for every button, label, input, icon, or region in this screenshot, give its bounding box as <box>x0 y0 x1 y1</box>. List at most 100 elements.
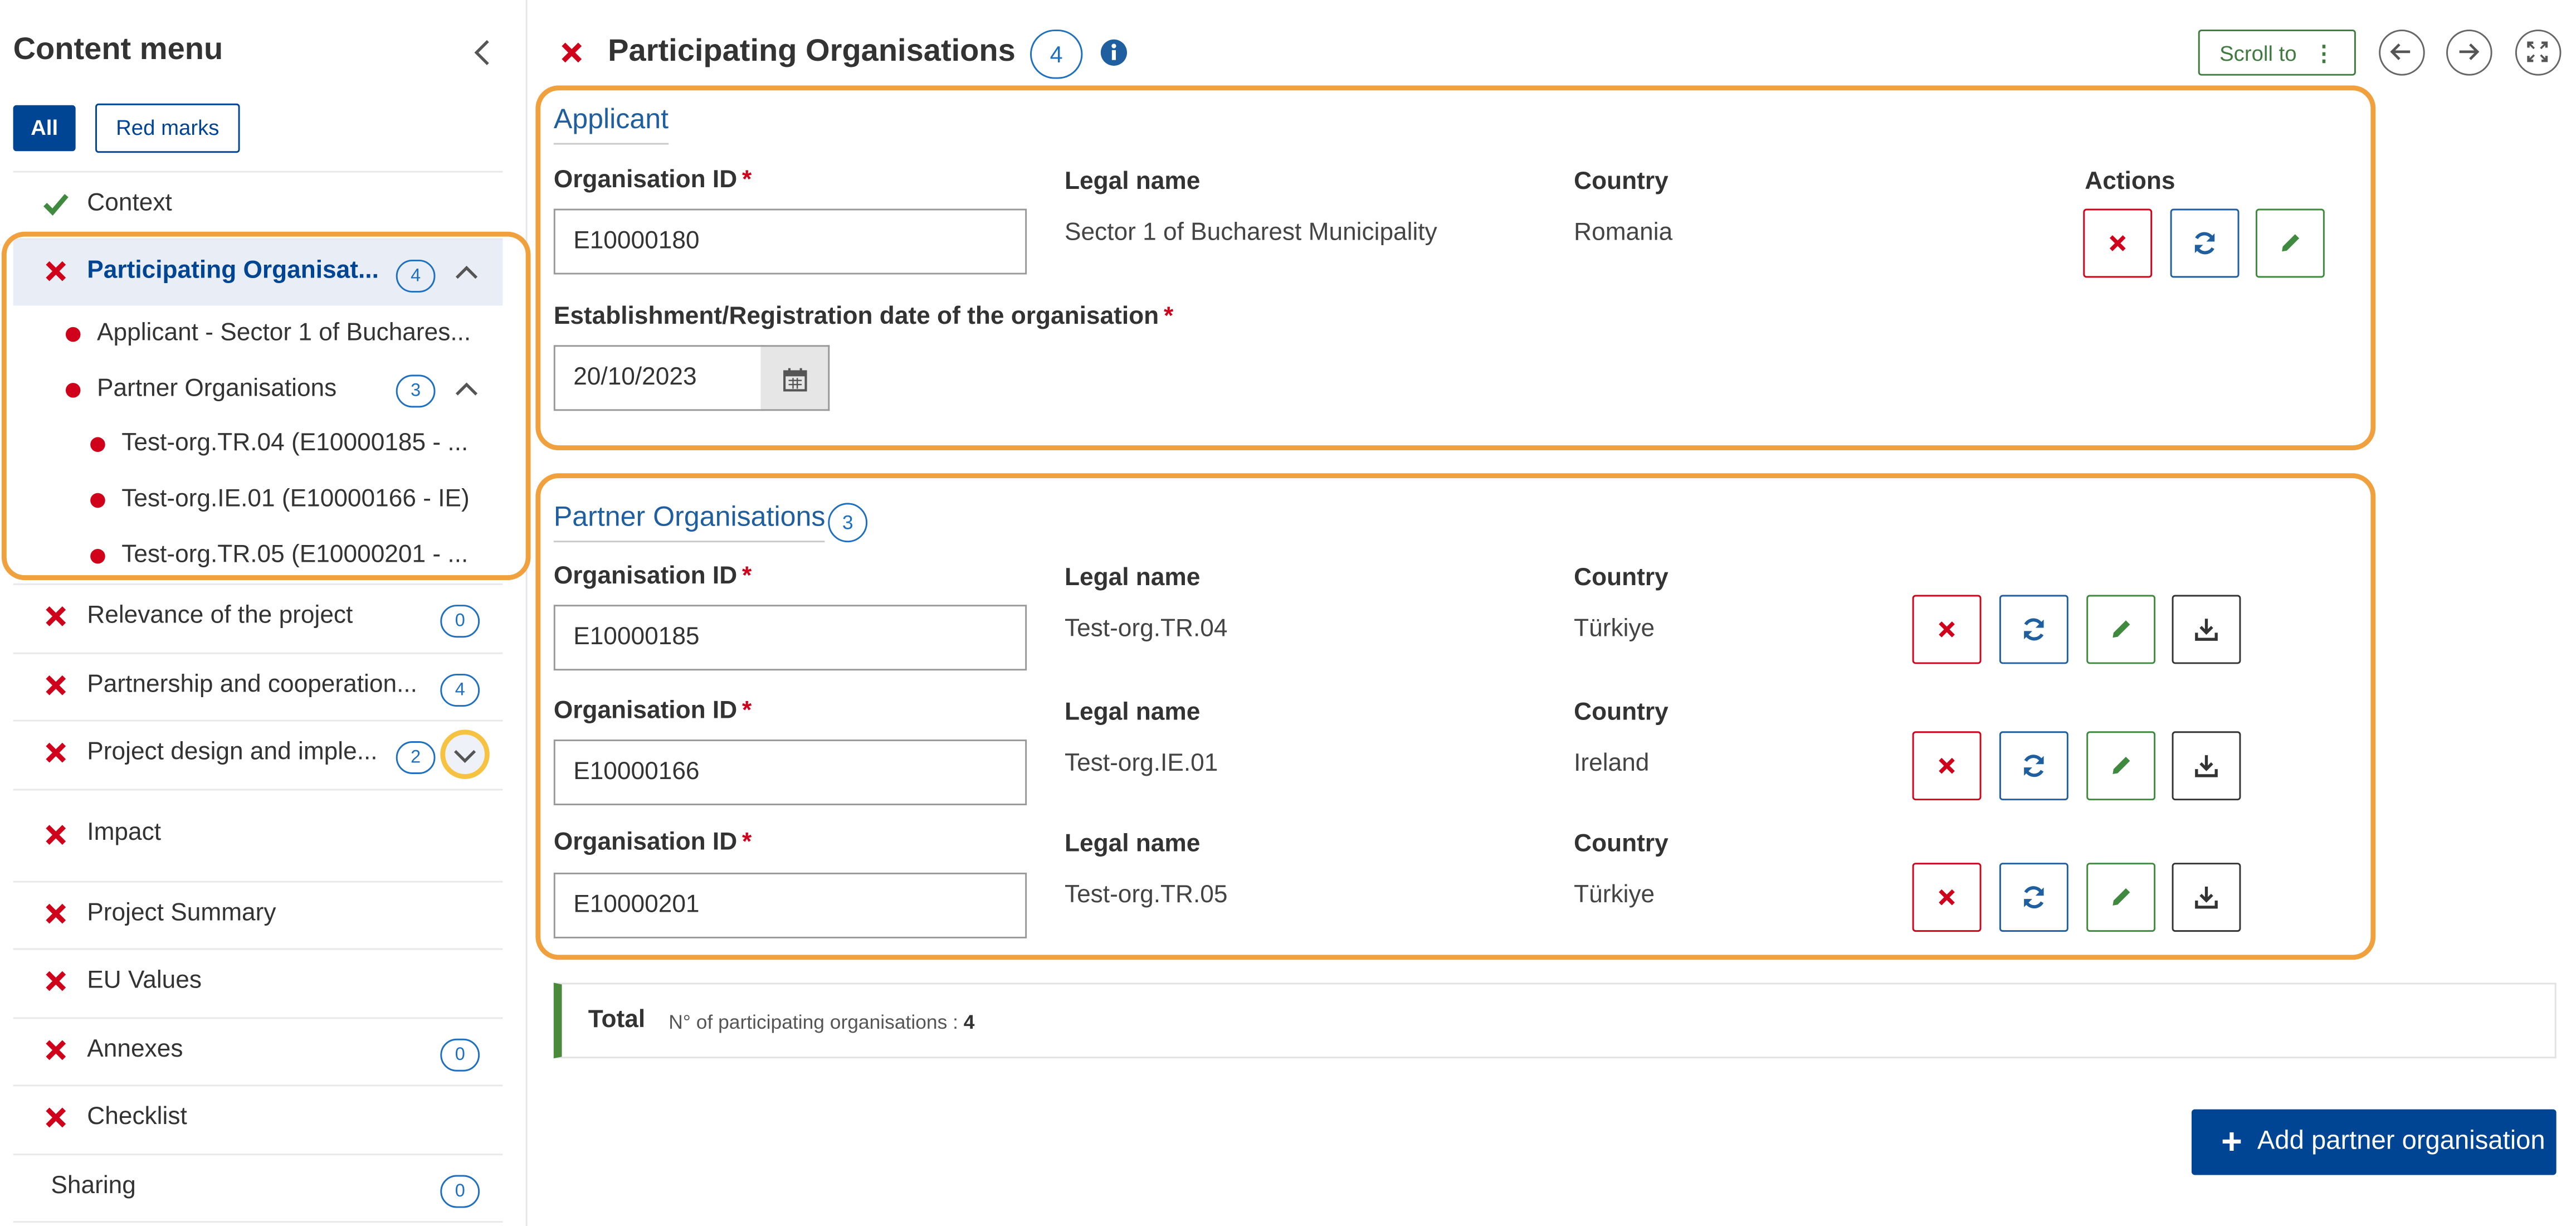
org-id-label: Organisation ID * <box>553 166 752 194</box>
total-title: Total <box>588 1005 646 1034</box>
refresh-icon <box>2024 618 2044 641</box>
org-id-label: Organisation ID * <box>553 562 752 590</box>
sidebar-item-project-design[interactable]: Project design and imple... 2 <box>13 719 503 787</box>
edit-button[interactable] <box>2086 731 2156 801</box>
page-title: Participating Organisations <box>608 34 1016 69</box>
add-partner-label: Add partner organisation <box>2257 1127 2545 1156</box>
refresh-button[interactable] <box>1999 595 2068 664</box>
info-icon[interactable] <box>1097 36 1130 69</box>
error-x-icon <box>46 1040 66 1060</box>
sidebar-item-annexes[interactable]: Annexes 0 <box>13 1017 503 1084</box>
error-x-icon <box>46 742 66 763</box>
refresh-button[interactable] <box>1999 731 2068 801</box>
sidebar-item-project-summary[interactable]: Project Summary <box>13 880 503 948</box>
legal-name-label: Legal name <box>1064 698 1201 727</box>
sidebar-item-label: Context <box>87 189 172 217</box>
edit-button[interactable] <box>2086 595 2156 664</box>
partner-country: Türkiye <box>1574 880 1655 909</box>
org-id-label: Organisation ID * <box>553 697 752 725</box>
refresh-icon <box>2194 232 2215 255</box>
count-badge: 4 <box>440 674 480 707</box>
more-vertical-icon: ⋮ <box>2313 41 2335 66</box>
calendar-icon <box>783 368 807 392</box>
sidebar-item-label: Project Summary <box>87 899 276 927</box>
sidebar-item-label: Checklist <box>87 1102 187 1131</box>
edit-button[interactable] <box>2255 208 2325 278</box>
plus-icon: + <box>2221 1121 2242 1162</box>
count-badge: 3 <box>828 503 868 543</box>
download-button[interactable] <box>2172 863 2241 932</box>
partner-org-id-input[interactable]: E10000185 <box>553 605 1027 671</box>
pencil-icon <box>2282 234 2300 252</box>
refresh-button[interactable] <box>1999 863 2068 932</box>
chevron-down-icon <box>453 750 476 763</box>
count-badge: 0 <box>440 605 480 638</box>
applicant-section-title: Applicant <box>553 104 669 145</box>
download-button[interactable] <box>2172 595 2241 664</box>
delete-button[interactable] <box>2083 208 2153 278</box>
download-icon <box>2195 755 2218 777</box>
expand-icon <box>2527 41 2548 62</box>
calendar-button[interactable] <box>760 345 830 411</box>
download-icon <box>2195 886 2218 909</box>
sidebar-item-context[interactable]: Context <box>13 171 503 239</box>
sidebar-item-relevance[interactable]: Relevance of the project 0 <box>13 583 503 651</box>
country-label: Country <box>1574 563 1668 592</box>
actions-label: Actions <box>2085 167 2175 196</box>
org-id-label: Organisation ID * <box>553 828 752 857</box>
download-icon <box>2195 619 2218 641</box>
partner-legal-name: Test-org.TR.05 <box>1064 880 1228 909</box>
close-icon <box>2109 235 2126 251</box>
edit-button[interactable] <box>2086 863 2156 932</box>
total-count: 4 <box>963 1010 975 1034</box>
expand-button-highlight[interactable] <box>440 729 490 779</box>
delete-button[interactable] <box>1912 731 1982 801</box>
partner-section-title: Partner Organisations <box>553 501 826 543</box>
close-icon <box>1939 889 1955 906</box>
sidebar-item-eu-values[interactable]: EU Values <box>13 948 503 1016</box>
partner-legal-name: Test-org.IE.01 <box>1064 749 1218 777</box>
filter-red-marks-button[interactable]: Red marks <box>95 103 240 153</box>
next-button[interactable] <box>2446 30 2492 76</box>
highlight-frame <box>1 231 531 580</box>
pencil-icon <box>2112 888 2130 906</box>
error-x-icon <box>46 1107 66 1128</box>
add-partner-organisation-button[interactable]: + Add partner organisation <box>2191 1109 2557 1175</box>
establishment-date-label: Establishment/Registration date of the o… <box>553 302 1174 330</box>
download-button[interactable] <box>2172 731 2241 801</box>
sidebar-item-label: Sharing <box>51 1171 136 1200</box>
previous-button[interactable] <box>2379 30 2425 76</box>
close-icon <box>1939 621 1955 638</box>
scroll-to-button[interactable]: Scroll to ⋮ <box>2198 30 2356 76</box>
establishment-date-input[interactable]: 20/10/2023 <box>553 345 764 411</box>
sidebar-item-partnership[interactable]: Partnership and cooperation... 4 <box>13 652 503 720</box>
total-panel: Total N° of participating organisations … <box>553 982 2557 1059</box>
country-label: Country <box>1574 167 1668 196</box>
refresh-icon <box>2024 755 2044 777</box>
partner-org-id-input[interactable]: E10000201 <box>553 872 1027 938</box>
count-badge: 4 <box>1030 30 1083 79</box>
applicant-org-id-input[interactable]: E10000180 <box>553 208 1027 275</box>
applicant-legal-name: Sector 1 of Bucharest Municipality <box>1064 218 1437 247</box>
country-label: Country <box>1574 698 1668 727</box>
scroll-to-label: Scroll to <box>2219 41 2297 66</box>
sidebar-item-label: Annexes <box>87 1035 183 1064</box>
collapse-sidebar-chevron-left-icon[interactable] <box>470 36 496 69</box>
total-text: N° of participating organisations : 4 <box>669 1010 975 1034</box>
partner-legal-name: Test-org.TR.04 <box>1064 614 1228 643</box>
filter-all-button[interactable]: All <box>13 105 76 152</box>
fullscreen-button[interactable] <box>2515 30 2562 76</box>
error-x-icon <box>46 606 66 626</box>
sidebar-item-checklist[interactable]: Checklist <box>13 1084 503 1152</box>
partner-org-id-input[interactable]: E10000166 <box>553 740 1027 806</box>
count-badge: 0 <box>440 1038 480 1072</box>
refresh-button[interactable] <box>2170 208 2240 278</box>
delete-button[interactable] <box>1912 863 1982 932</box>
sidebar-item-label: Project design and imple... <box>87 738 378 766</box>
arrow-left-icon <box>2390 43 2411 60</box>
delete-button[interactable] <box>1912 595 1982 664</box>
count-badge: 0 <box>440 1175 480 1208</box>
sidebar-item-sharing[interactable]: Sharing 0 <box>13 1154 503 1223</box>
legal-name-label: Legal name <box>1064 563 1201 592</box>
sidebar-item-impact[interactable]: Impact <box>13 789 503 883</box>
